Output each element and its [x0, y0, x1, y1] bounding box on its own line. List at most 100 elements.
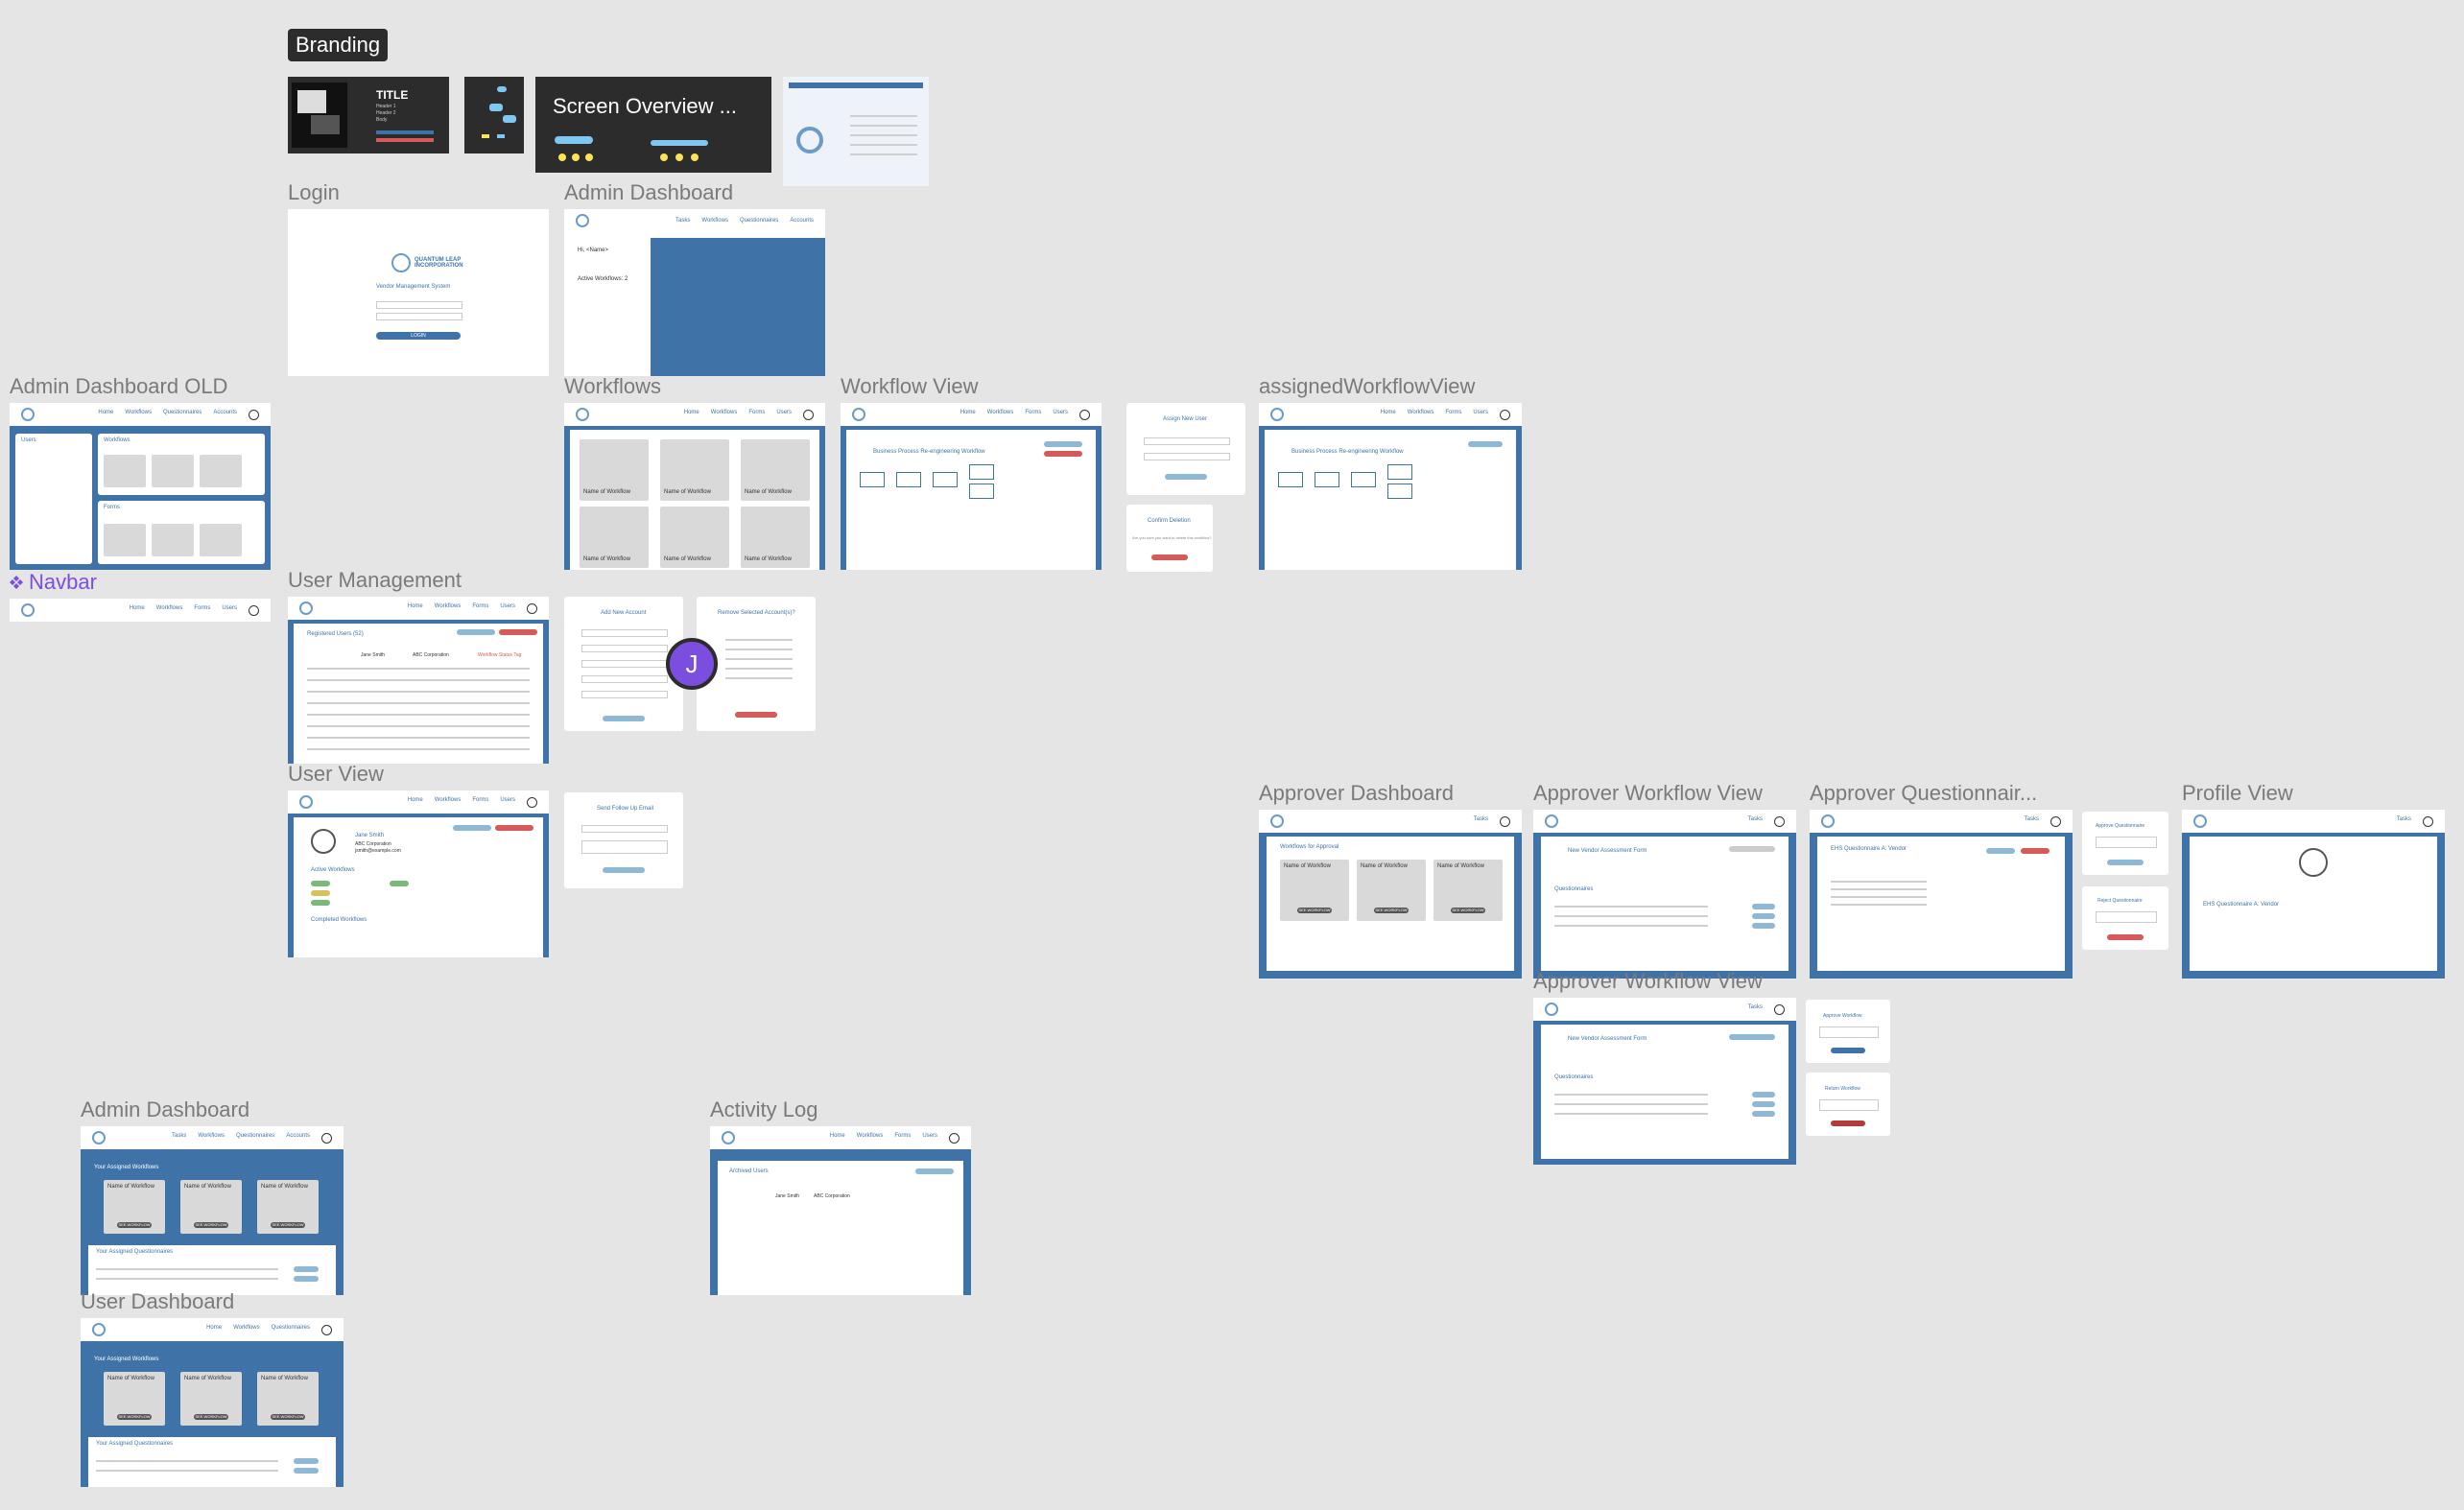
- edit-button[interactable]: [1044, 441, 1082, 447]
- workflow-card[interactable]: Name of Workflow: [741, 439, 810, 501]
- workflow-card[interactable]: Name of Workflow SEE WORKFLOW: [257, 1372, 319, 1426]
- avatar-icon[interactable]: [803, 409, 814, 420]
- avatar-icon[interactable]: [1774, 1003, 1785, 1015]
- workflow-card[interactable]: Name of Workflow: [660, 507, 729, 568]
- nav-tasks[interactable]: Tasks: [2397, 816, 2411, 827]
- nav-forms[interactable]: Forms: [1445, 410, 1461, 420]
- send-email-button[interactable]: [453, 825, 491, 831]
- nav-users[interactable]: Users: [500, 797, 515, 808]
- nav-workflows[interactable]: Workflows: [125, 410, 152, 420]
- frame-admin-dashboard-old[interactable]: Home Workflows Questionnaires Accounts U…: [10, 403, 271, 570]
- avatar-icon[interactable]: [321, 1324, 332, 1335]
- nav-home[interactable]: Home: [130, 605, 145, 616]
- nav-home[interactable]: Home: [960, 410, 976, 420]
- screen-overview-thumbnail[interactable]: Screen Overview ...: [535, 77, 771, 173]
- confirm-deletion-modal[interactable]: Confirm Deletion Are you sure you want t…: [1126, 505, 1213, 572]
- collaborator-avatar[interactable]: J: [666, 638, 718, 690]
- table-row[interactable]: Jane Smith: [361, 652, 385, 658]
- nav-questionnaires[interactable]: Questionnaires: [163, 410, 201, 420]
- workflow-card[interactable]: Name of Workflow: [580, 507, 649, 568]
- nav-workflows[interactable]: Workflows: [1408, 410, 1434, 420]
- avatar-icon[interactable]: [1500, 815, 1510, 827]
- frame-admin-dashboard[interactable]: Tasks Workflows Questionnaires Accounts …: [564, 209, 825, 376]
- workflow-card[interactable]: Name of Workflow SEE WORKFLOW: [1433, 860, 1503, 921]
- avatar-icon[interactable]: [527, 796, 537, 808]
- add-account-button[interactable]: [457, 629, 495, 635]
- workflow-card[interactable]: Name of Workflow SEE WORKFLOW: [180, 1180, 242, 1234]
- nav-home[interactable]: Home: [830, 1133, 845, 1144]
- frame-user-dashboard[interactable]: Home Workflows Questionnaires Your Assig…: [81, 1318, 344, 1487]
- password-field[interactable]: [376, 313, 462, 320]
- login-button[interactable]: LOGIN: [376, 332, 461, 340]
- frame-workflow-view[interactable]: Home Workflows Forms Users Business Proc…: [841, 403, 1102, 570]
- workflow-card[interactable]: Name of Workflow SEE WORKFLOW: [104, 1372, 165, 1426]
- see-workflow-button[interactable]: SEE WORKFLOW: [271, 1414, 305, 1420]
- nav-questionnaires[interactable]: Questionnaires: [740, 218, 778, 224]
- nav-accounts[interactable]: Accounts: [286, 1133, 310, 1144]
- nav-workflows[interactable]: Workflows: [987, 410, 1014, 420]
- frame-approver-workflow-view-2[interactable]: Tasks New Vendor Assessment Form Questio…: [1533, 998, 1796, 1165]
- nav-workflows[interactable]: Workflows: [156, 605, 183, 616]
- delete-workflow-button[interactable]: [1151, 554, 1188, 560]
- nav-workflows[interactable]: Workflows: [857, 1133, 884, 1144]
- workflow-card[interactable]: Name of Workflow SEE WORKFLOW: [1357, 860, 1426, 921]
- frame-approver-workflow-view[interactable]: Tasks New Vendor Assessment Form Questio…: [1533, 810, 1796, 979]
- nav-tasks[interactable]: Tasks: [1748, 1004, 1763, 1015]
- nav-home[interactable]: Home: [684, 410, 699, 420]
- username-field[interactable]: [376, 301, 462, 309]
- return-workflow-modal[interactable]: Return Workflow: [1806, 1073, 1890, 1136]
- frame-login[interactable]: QUANTUM LEAP INCORPORATION Vendor Manage…: [288, 209, 549, 376]
- nav-home[interactable]: Home: [98, 410, 113, 420]
- nav-home[interactable]: Home: [206, 1325, 222, 1335]
- workflow-card[interactable]: Name of Workflow SEE WORKFLOW: [257, 1180, 319, 1234]
- nav-forms[interactable]: Forms: [748, 410, 765, 420]
- dashboard-thumbnail[interactable]: [783, 77, 929, 186]
- remove-account-button[interactable]: [499, 629, 537, 635]
- avatar-icon[interactable]: [2423, 815, 2433, 827]
- avatar-icon[interactable]: [321, 1132, 332, 1144]
- assign-new-user-modal[interactable]: Assign New User: [1126, 403, 1245, 495]
- reject-button[interactable]: [2021, 848, 2049, 854]
- avatar-icon[interactable]: [1500, 409, 1510, 420]
- workflow-card[interactable]: Name of Workflow SEE WORKFLOW: [104, 1180, 165, 1234]
- see-workflow-button[interactable]: SEE WORKFLOW: [194, 1414, 228, 1420]
- nav-forms[interactable]: Forms: [194, 605, 210, 616]
- nav-accounts[interactable]: Accounts: [790, 218, 814, 224]
- frame-admin-dashboard-bottom[interactable]: Tasks Workflows Questionnaires Accounts …: [81, 1126, 344, 1295]
- see-workflow-button[interactable]: SEE WORKFLOW: [117, 1222, 152, 1228]
- nav-forms[interactable]: Forms: [1025, 410, 1041, 420]
- remove-user-button[interactable]: [495, 825, 533, 831]
- nav-users[interactable]: Users: [1473, 410, 1488, 420]
- frame-approver-dashboard[interactable]: Tasks Workflows for Approval Name of Wor…: [1259, 810, 1522, 979]
- table-row[interactable]: ABC Corporation: [413, 652, 449, 658]
- nav-tasks[interactable]: Tasks: [1474, 816, 1488, 827]
- nav-questionnaires[interactable]: Questionnaires: [236, 1133, 274, 1144]
- branding-section-label[interactable]: Branding: [288, 29, 389, 61]
- nav-workflows[interactable]: Workflows: [711, 410, 738, 420]
- nav-users[interactable]: Users: [776, 410, 792, 420]
- workflow-card[interactable]: Name of Workflow: [741, 507, 810, 568]
- nav-tasks[interactable]: Tasks: [1748, 816, 1763, 827]
- workflow-card[interactable]: Name of Workflow: [580, 439, 649, 501]
- nav-home[interactable]: Home: [408, 603, 423, 614]
- nav-users[interactable]: Users: [1053, 410, 1068, 420]
- table-row[interactable]: ABC Corporation: [814, 1193, 850, 1199]
- nav-home[interactable]: Home: [1381, 410, 1396, 420]
- nav-accounts[interactable]: Accounts: [213, 410, 237, 420]
- table-row[interactable]: Workflow Status Tag: [478, 652, 521, 658]
- send-email-modal[interactable]: Send Follow Up Email: [564, 792, 683, 888]
- nav-forms[interactable]: Forms: [472, 797, 488, 808]
- reject-questionnaire-modal[interactable]: Reject Questionnaire: [2082, 886, 2168, 950]
- nav-users[interactable]: Users: [222, 605, 237, 616]
- frame-user-view[interactable]: Home Workflows Forms Users Jane Smith AB…: [288, 790, 549, 957]
- frame-approver-questionnaire[interactable]: Tasks EHS Questionnaire A: Vendor: [1810, 810, 2073, 979]
- delete-button[interactable]: [1044, 451, 1082, 457]
- avatar-icon[interactable]: [1774, 815, 1785, 827]
- frame-workflows[interactable]: Home Workflows Forms Users Name of Workf…: [564, 403, 825, 570]
- nav-users[interactable]: Users: [500, 603, 515, 614]
- avatar-icon[interactable]: [949, 1132, 960, 1144]
- title-card-thumbnail[interactable]: TITLE Header 1 Header 2 Body: [288, 77, 449, 153]
- nav-tasks[interactable]: Tasks: [172, 1133, 186, 1144]
- see-workflow-button[interactable]: SEE WORKFLOW: [1374, 908, 1409, 913]
- frame-assigned-workflow-view[interactable]: Home Workflows Forms Users Business Proc…: [1259, 403, 1522, 570]
